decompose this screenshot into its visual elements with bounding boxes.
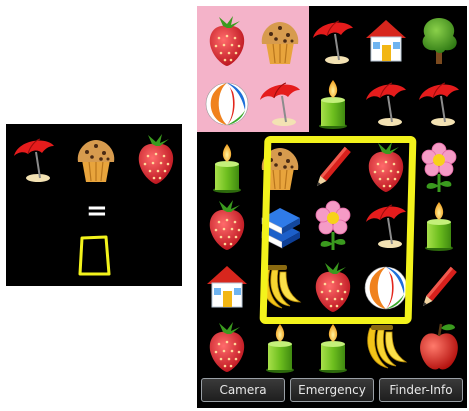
candle-icon[interactable]	[414, 198, 464, 252]
umbrella-icon[interactable]	[308, 14, 358, 68]
candle-icon[interactable]	[202, 140, 252, 194]
umbrella-icon[interactable]	[414, 76, 464, 130]
apple-icon[interactable]	[414, 320, 464, 374]
candle-icon[interactable]	[308, 320, 358, 374]
finder-info-button[interactable]: Finder-Info	[379, 378, 463, 402]
muffin-icon[interactable]	[255, 14, 305, 68]
bananas-icon[interactable]	[361, 320, 411, 374]
pencil-icon[interactable]	[414, 260, 464, 314]
strawberry-icon	[132, 132, 180, 186]
equals-sign: =	[86, 196, 108, 226]
bottom-toolbar: Camera Emergency Finder-Info	[201, 378, 463, 404]
candle-icon[interactable]	[255, 320, 305, 374]
game-board: Camera Emergency Finder-Info	[197, 6, 467, 408]
clue-row	[10, 132, 178, 192]
beach-ball-icon[interactable]	[202, 76, 252, 130]
muffin-icon	[72, 132, 120, 186]
tree-icon[interactable]	[414, 14, 464, 68]
emergency-button[interactable]: Emergency	[290, 378, 374, 402]
umbrella-icon[interactable]	[255, 76, 305, 130]
answer-slot[interactable]	[74, 234, 114, 278]
flower-icon[interactable]	[414, 140, 464, 194]
umbrella-icon	[10, 132, 58, 186]
house-icon[interactable]	[361, 14, 411, 68]
selection-frame	[259, 136, 417, 324]
strawberry-icon[interactable]	[202, 14, 252, 68]
strawberry-icon[interactable]	[202, 198, 252, 252]
umbrella-icon[interactable]	[361, 76, 411, 130]
strawberry-icon[interactable]	[202, 320, 252, 374]
camera-button[interactable]: Camera	[201, 378, 285, 402]
candle-icon[interactable]	[308, 76, 358, 130]
house-icon[interactable]	[202, 260, 252, 314]
clue-panel: =	[6, 124, 182, 286]
